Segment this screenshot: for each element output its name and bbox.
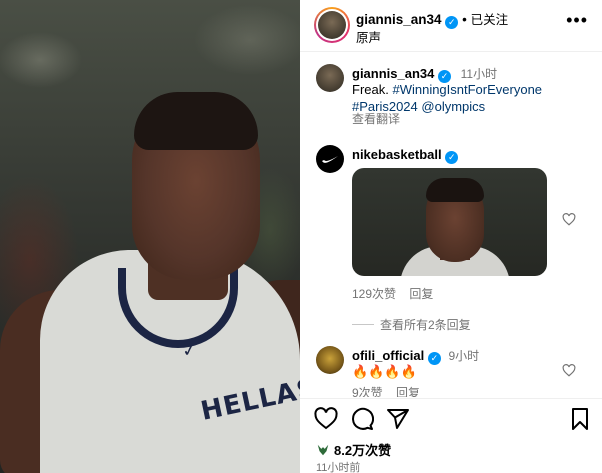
story-ring[interactable] (314, 7, 350, 43)
separator-dot: • (462, 12, 467, 27)
like-heart-icon[interactable] (314, 407, 338, 431)
comment-icon[interactable] (350, 407, 375, 431)
caption-avatar[interactable] (316, 64, 344, 92)
likes-count[interactable]: 8.2万次赞 (334, 443, 391, 458)
bucks-logo-icon (317, 444, 329, 456)
verified-badge-icon: ✓ (427, 352, 441, 365)
comment-like-heart-icon[interactable] (562, 213, 576, 226)
comment-time: 9小时 (448, 349, 480, 363)
post-media[interactable]: ✓ HELLAS (0, 0, 300, 473)
post-header: giannis_an34 ✓ • 已关注 原声 ••• (300, 0, 602, 52)
comment-text: 🔥🔥🔥🔥 (352, 364, 417, 379)
verified-badge-icon: ✓ (445, 16, 459, 29)
comment-meta: 129次赞 回复 (352, 286, 433, 303)
avatar[interactable] (318, 11, 346, 39)
comment-header: nikebasketball ✓ (352, 146, 459, 164)
reply-button[interactable]: 回复 (396, 386, 420, 397)
comment-username[interactable]: ofili_official (352, 348, 424, 363)
comment-meta: 9次赞 回复 (352, 385, 420, 397)
audio-label[interactable]: 原声 (356, 27, 381, 46)
see-translation-link[interactable]: 查看翻译 (352, 111, 400, 128)
comment-video-thumbnail[interactable] (352, 168, 547, 276)
nike-swoosh-icon (322, 156, 338, 163)
follow-status-button[interactable]: 已关注 (471, 13, 509, 27)
commenter-avatar[interactable] (316, 145, 344, 173)
media-figure-hair (134, 92, 258, 150)
commenter-avatar[interactable] (316, 346, 344, 374)
comment-likes-count[interactable]: 129次赞 (352, 287, 396, 301)
action-bar (300, 398, 602, 438)
caption-plain-text: Freak. (352, 82, 393, 97)
comment-username[interactable]: nikebasketball (352, 147, 442, 162)
bookmark-icon[interactable] (568, 407, 592, 431)
divider-line (352, 324, 374, 325)
mention-link[interactable]: @olympics (421, 99, 485, 114)
caption-username[interactable]: giannis_an34 (352, 66, 434, 81)
caption-text: Freak. #WinningIsntForEveryone #Paris202… (352, 81, 592, 115)
caption-time: 11小时 (460, 67, 498, 81)
verified-badge-icon: ✓ (445, 151, 459, 164)
post-panel: giannis_an34 ✓ • 已关注 原声 ••• giannis_an34… (300, 0, 602, 473)
view-replies-row[interactable]: 查看所有2条回复 (352, 316, 471, 333)
header-username[interactable]: giannis_an34 (356, 12, 442, 27)
likes-row[interactable]: 8.2万次赞 (316, 440, 391, 459)
comment-likes-count[interactable]: 9次赞 (352, 386, 383, 397)
comment-like-heart-icon[interactable] (562, 364, 576, 377)
more-options-icon[interactable]: ••• (566, 10, 588, 31)
post-timestamp[interactable]: 11小时前 (316, 459, 360, 473)
reply-button[interactable]: 回复 (409, 287, 433, 301)
view-replies-link[interactable]: 查看所有2条回复 (380, 318, 471, 332)
share-icon[interactable] (386, 407, 410, 431)
hashtag-link[interactable]: #WinningIsntForEveryone (392, 82, 542, 97)
header-username-row: giannis_an34 ✓ • 已关注 (356, 9, 508, 29)
